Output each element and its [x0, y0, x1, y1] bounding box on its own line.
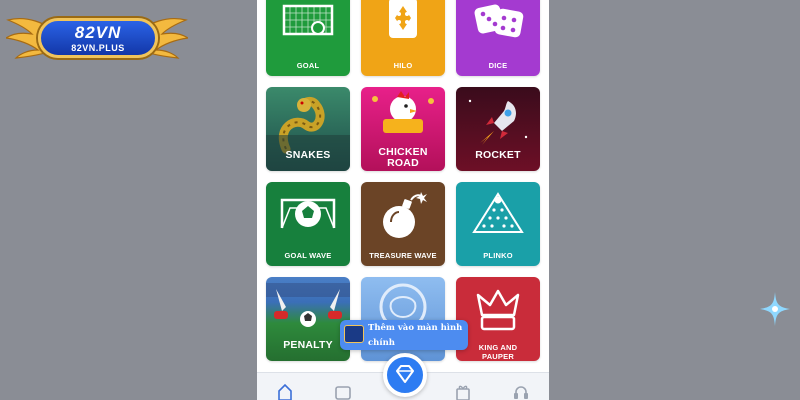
sparkle-icon	[760, 292, 790, 326]
game-tile-penalty[interactable]: PENALTY	[266, 277, 350, 361]
game-label: ROCKET	[475, 149, 521, 161]
bottom-nav	[257, 353, 549, 400]
game-tile-rocket[interactable]: ROCKET	[456, 87, 540, 171]
add-to-home-toast[interactable]: Thêm vào màn hình chính	[340, 320, 468, 350]
game-tile-dice[interactable]: DICE	[456, 0, 540, 76]
game-tile-chicken-road[interactable]: CHICKEN ROAD	[361, 87, 445, 171]
game-label: KING AND PAUPER	[478, 343, 518, 361]
game-label: PLINKO	[483, 251, 513, 260]
game-tile-snakes[interactable]: SNAKES	[266, 87, 350, 171]
gift-icon[interactable]	[455, 383, 471, 400]
game-tile-king-and-pauper[interactable]: KING AND PAUPER	[456, 277, 540, 361]
game-tile-plinko[interactable]: PLINKO	[456, 182, 540, 266]
game-label: PENALTY	[283, 339, 333, 351]
center-action-button[interactable]	[383, 353, 427, 397]
support-icon[interactable]	[513, 383, 529, 400]
game-grid: GOAL HILO DICE SNAKES CHICKEN ROAD ROCKE…	[266, 0, 540, 361]
game-label: HILO	[393, 61, 413, 70]
app-icon	[344, 325, 364, 343]
game-label: TREASURE WAVE	[369, 251, 437, 260]
game-label: DICE	[488, 61, 508, 70]
logo-plate: 82VN 82VN.PLUS	[38, 18, 158, 58]
game-tile-goal-wave[interactable]: GOAL WAVE	[266, 182, 350, 266]
game-tile-treasure-wave[interactable]: TREASURE WAVE	[361, 182, 445, 266]
game-label: GOAL	[296, 61, 320, 70]
game-label: CHICKEN ROAD	[378, 146, 428, 169]
game-tile-hilo[interactable]: HILO	[361, 0, 445, 76]
diamond-icon	[396, 365, 414, 383]
game-tile-goal[interactable]: GOAL	[266, 0, 350, 76]
mail-icon[interactable]	[335, 383, 351, 400]
game-label: SNAKES	[285, 149, 331, 161]
home-icon[interactable]	[277, 383, 293, 400]
logo-subtext: 82VN.PLUS	[71, 43, 125, 53]
game-label: GOAL WAVE	[284, 251, 332, 260]
brand-logo: 82VN 82VN.PLUS	[6, 4, 188, 62]
logo-text: 82VN	[74, 23, 122, 42]
toast-text: Thêm vào màn hình chính	[368, 323, 463, 348]
